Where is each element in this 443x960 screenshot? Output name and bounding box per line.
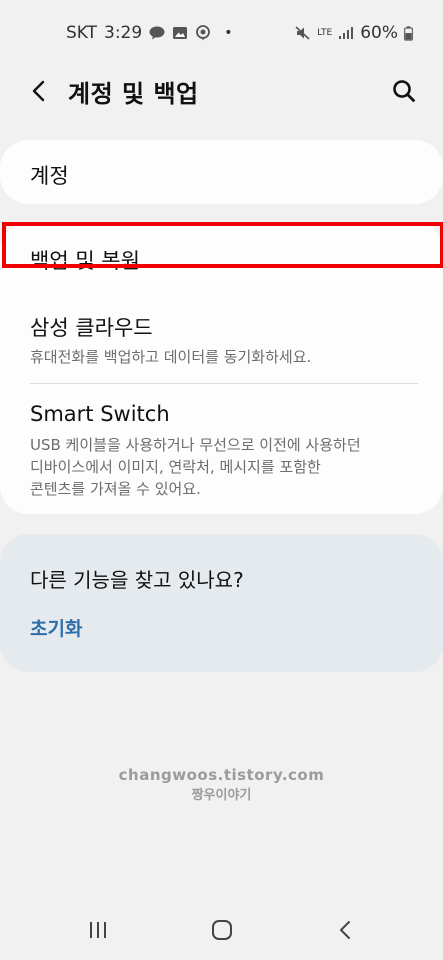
mute-icon	[295, 26, 310, 40]
watermark-url: changwoos.tistory.com	[118, 766, 325, 784]
lte-icon: LTE	[317, 27, 333, 38]
smart-switch-description-line2: 디바이스에서 이미지, 연락처, 메시지를 포함한	[30, 458, 321, 476]
status-right: LTE 60%	[295, 23, 413, 43]
battery-label: 60%	[360, 23, 398, 43]
watermark-name: 짱우이야기	[191, 788, 252, 803]
back-arrow-icon[interactable]	[24, 76, 54, 106]
talk-icon	[149, 26, 165, 40]
smart-switch-description-line1: USB 케이블을 사용하거나 무선으로 이전에 사용하던	[30, 436, 361, 454]
smart-switch-label: Smart Switch	[30, 402, 170, 426]
samsung-cloud-item[interactable]: 삼성 클라우드 휴대전화를 백업하고 데이터를 동기화하세요.	[0, 304, 443, 384]
signal-icon	[339, 27, 354, 39]
smart-switch-item[interactable]: Smart Switch USB 케이블을 사용하거나 무선으로 이전에 사용하…	[0, 392, 443, 510]
account-label: 계정	[30, 164, 69, 188]
status-bar: SKT 3:29 • LTE 60%	[0, 0, 443, 66]
back-icon[interactable]	[332, 916, 360, 944]
reset-link[interactable]: 초기화	[30, 614, 82, 641]
watermark: changwoos.tistory.com 짱우이야기	[0, 766, 443, 803]
suggestion-title: 다른 기능을 찾고 있나요?	[30, 568, 244, 592]
highlight-box	[2, 222, 443, 268]
time-label: 3:29	[104, 23, 143, 43]
samsung-cloud-label: 삼성 클라우드	[30, 316, 153, 340]
gallery-icon	[173, 27, 188, 39]
search-icon[interactable]	[389, 76, 419, 106]
page-title: 계정 및 백업	[68, 80, 199, 108]
home-icon[interactable]	[208, 916, 236, 944]
recents-icon[interactable]	[84, 916, 112, 944]
suggestion-card: 다른 기능을 찾고 있나요? 초기화	[0, 534, 443, 672]
status-dot: •	[224, 25, 233, 41]
navigation-bar	[0, 900, 443, 960]
divider	[30, 383, 418, 384]
status-left: SKT 3:29 •	[66, 23, 232, 43]
location-icon	[196, 25, 211, 41]
account-card[interactable]: 계정	[0, 140, 443, 204]
battery-icon	[404, 25, 413, 41]
carrier-label: SKT	[66, 23, 98, 43]
app-bar: 계정 및 백업	[0, 66, 443, 116]
samsung-cloud-description: 휴대전화를 백업하고 데이터를 동기화하세요.	[30, 348, 312, 366]
smart-switch-description-line3: 콘텐츠를 가져올 수 있어요.	[30, 480, 201, 498]
